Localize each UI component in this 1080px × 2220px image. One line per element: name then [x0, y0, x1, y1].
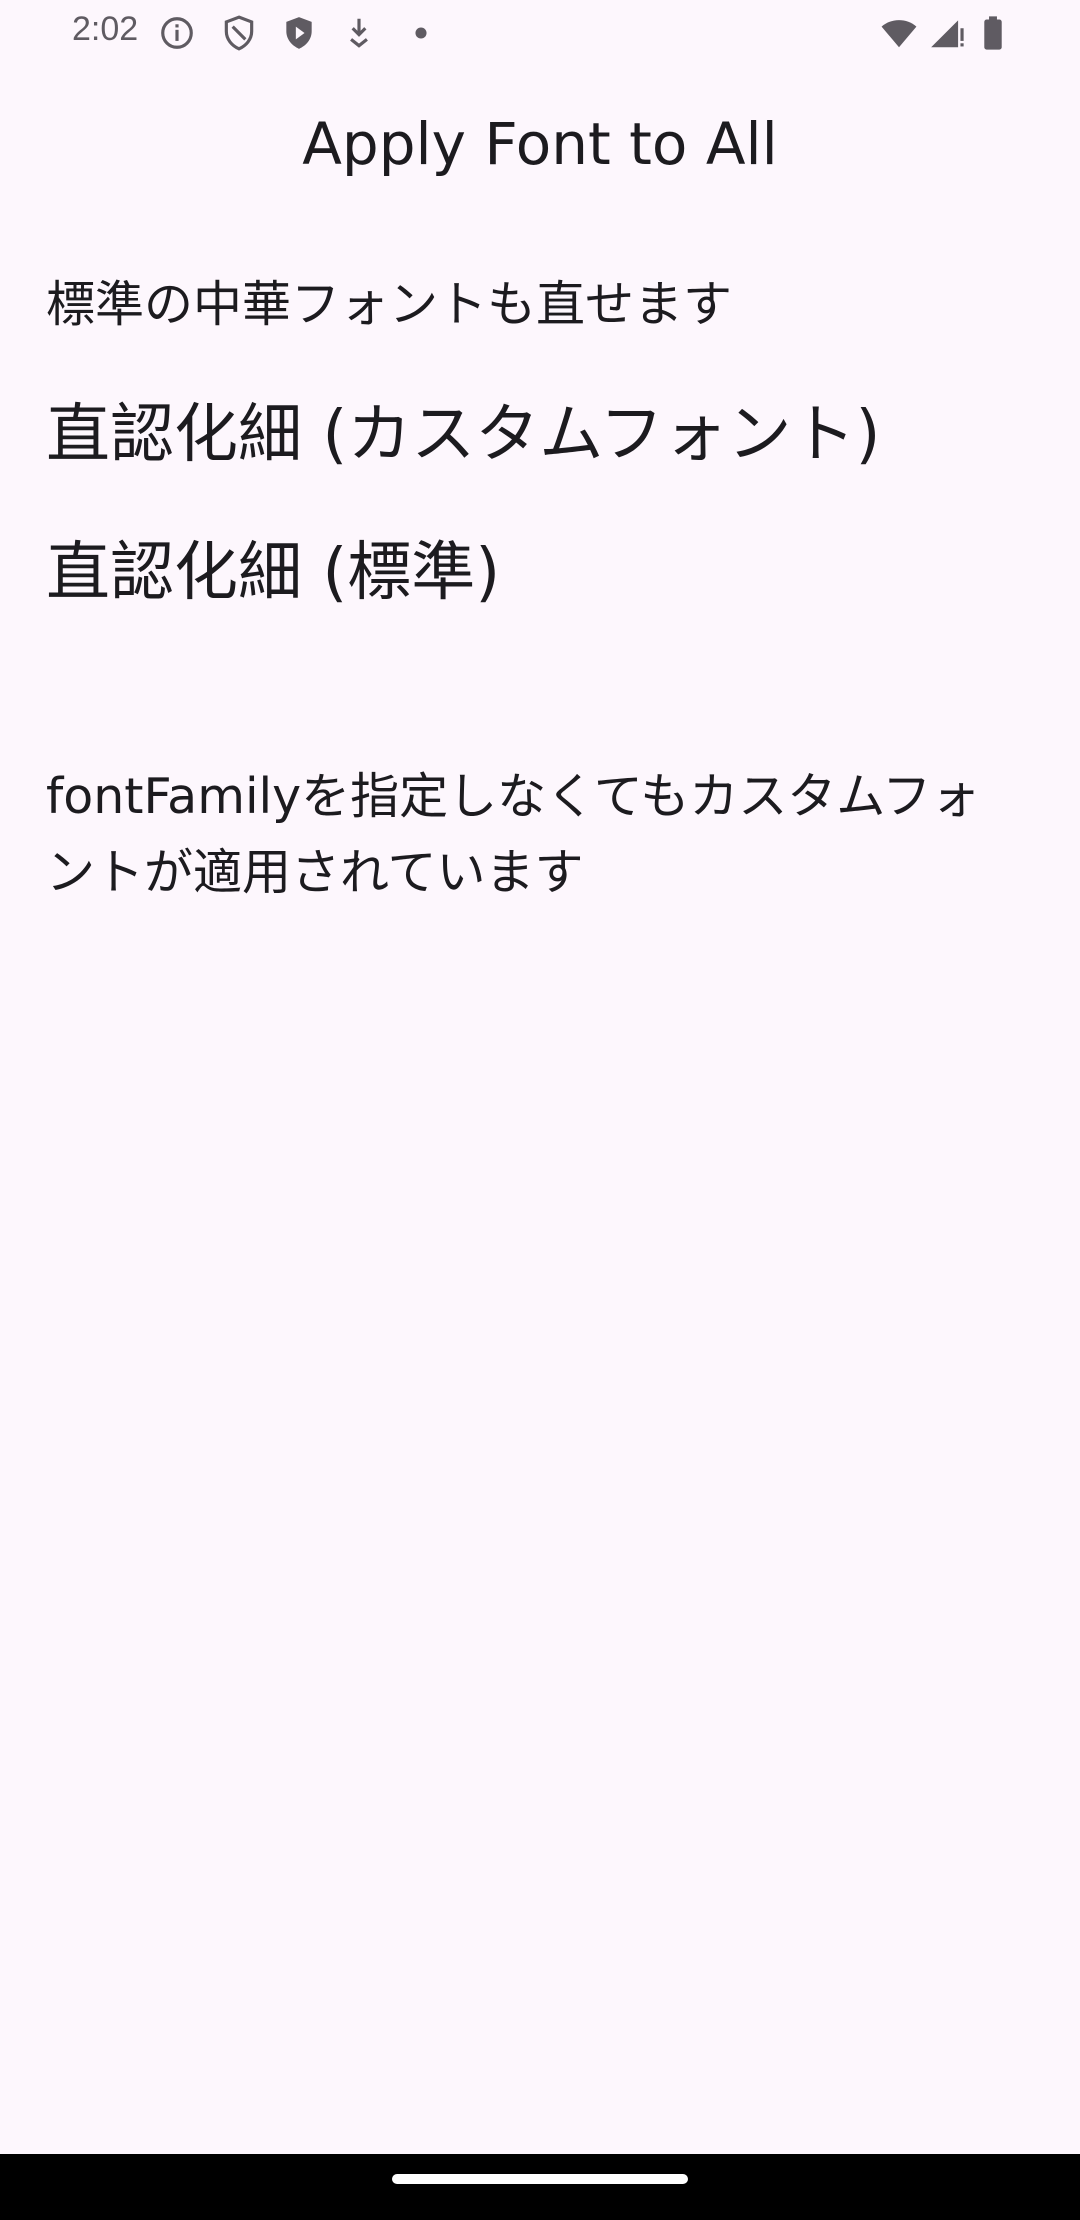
text-line-font-family-note: fontFamilyを指定しなくてもカスタムフォントが適用されています — [46, 768, 981, 901]
signal-icon — [928, 14, 966, 52]
text-line-standard-chinese-font: 標準の中華フォントも直せます — [46, 276, 733, 333]
wifi-icon — [880, 14, 918, 52]
shield-outline-icon — [220, 14, 258, 52]
text-line-custom-font-sample: 直認化細 (カスタムフォント) — [46, 398, 881, 472]
screen: 2:02 Apply Font to All 標準の中華フォントも直せます 直認… — [0, 0, 1080, 2220]
status-time: 2:02 — [72, 10, 139, 48]
battery-icon — [974, 14, 1012, 52]
info-icon — [158, 14, 196, 52]
navigation-bar — [0, 2154, 1080, 2220]
app-title: Apply Font to All — [302, 110, 778, 178]
dot-icon — [402, 14, 440, 52]
status-bar: 2:02 — [0, 0, 1080, 66]
shield-play-icon — [280, 14, 318, 52]
home-gesture-handle[interactable] — [392, 2174, 688, 2184]
download-icon — [340, 14, 378, 52]
text-line-standard-font-sample: 直認化細 (標準) — [46, 536, 501, 610]
